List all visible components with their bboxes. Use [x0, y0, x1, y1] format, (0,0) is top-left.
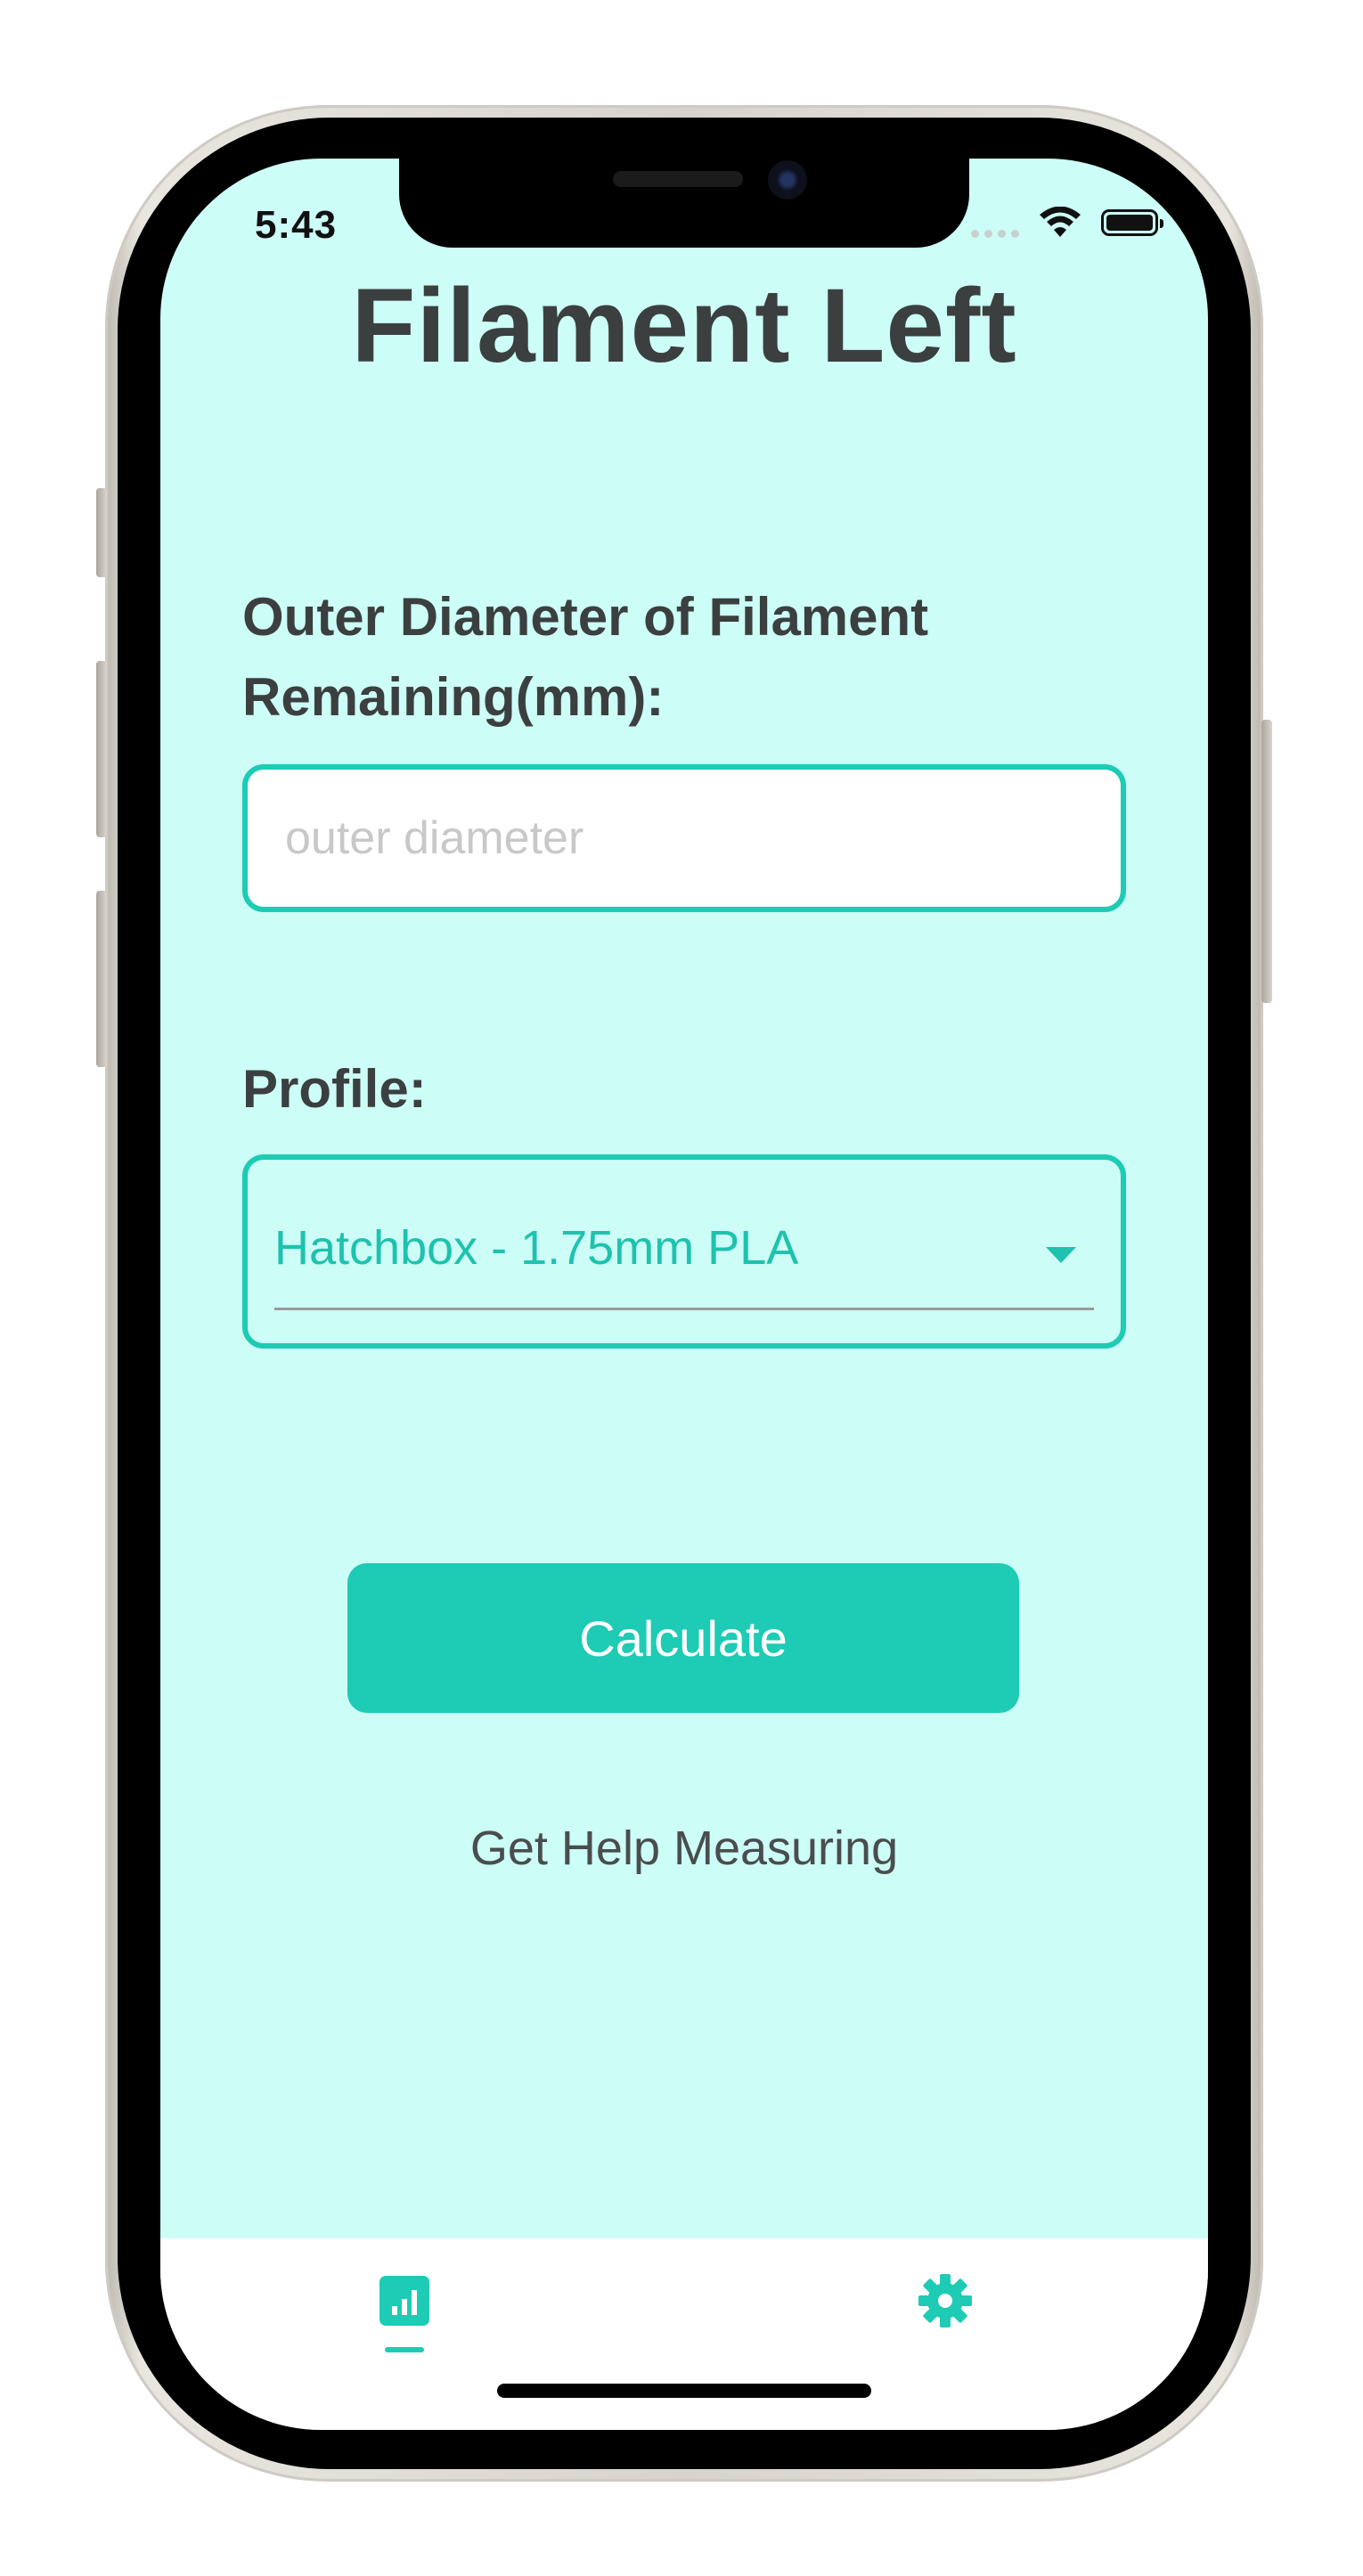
profile-selected-value: Hatchbox - 1.75mm PLA: [274, 1221, 799, 1275]
caret-down-icon: [1046, 1247, 1076, 1263]
tab-calculator[interactable]: [315, 2238, 494, 2430]
calculate-button[interactable]: Calculate: [347, 1563, 1019, 1713]
diameter-input-container: [242, 764, 1126, 912]
diameter-label: Outer Diameter of Filament Remaining(mm)…: [242, 587, 929, 727]
home-indicator[interactable]: [497, 2384, 871, 2398]
tab-bar: [160, 2238, 1208, 2430]
profile-select[interactable]: Hatchbox - 1.75mm PLA: [242, 1154, 1126, 1349]
gear-icon: [918, 2274, 972, 2327]
earpiece-speaker: [613, 171, 743, 187]
get-help-measuring-link[interactable]: Get Help Measuring: [160, 1821, 1208, 1876]
volume-down-button: [96, 891, 107, 1067]
select-underline: [274, 1308, 1094, 1310]
page-title: Filament Left: [351, 267, 1017, 385]
notch: [399, 159, 969, 248]
status-icons: [971, 207, 1163, 239]
power-button: [1261, 720, 1272, 1003]
silent-switch: [96, 488, 107, 577]
bar-chart-icon: [380, 2276, 429, 2326]
wifi-icon: [1040, 207, 1081, 237]
app-screen: 5:43 Filament Left Outer Diameter of Fil…: [160, 159, 1208, 2430]
front-camera: [768, 160, 807, 200]
profile-label: Profile:: [242, 1059, 427, 1119]
active-tab-indicator: [385, 2347, 424, 2352]
tab-settings[interactable]: [856, 2238, 1034, 2430]
cellular-dots-icon: [971, 208, 1019, 238]
volume-up-button: [96, 661, 107, 837]
diameter-input[interactable]: [283, 811, 1121, 866]
battery-icon: [1101, 209, 1163, 236]
status-time: 5:43: [255, 203, 338, 247]
